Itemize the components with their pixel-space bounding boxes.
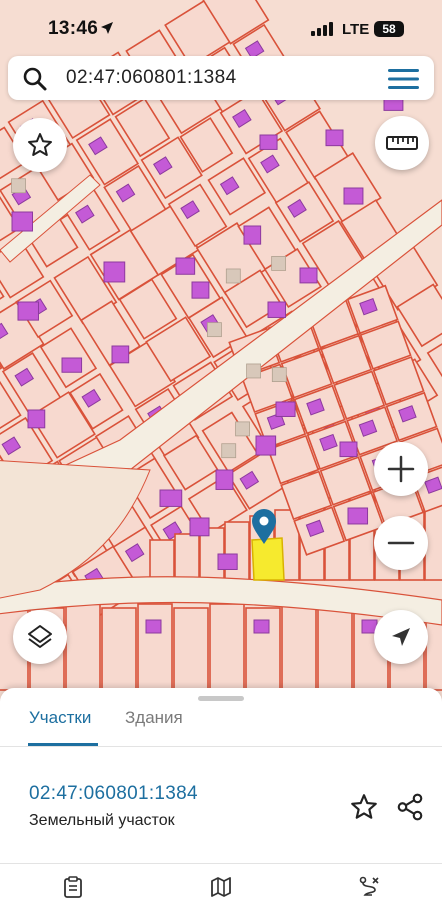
building <box>145 619 162 634</box>
building <box>339 441 358 458</box>
status-bar: 13:46 LTE 58 <box>0 0 442 56</box>
building <box>275 401 296 417</box>
outbuilding <box>235 421 250 437</box>
favorite-button[interactable] <box>13 118 67 172</box>
my-location-button[interactable] <box>374 610 428 664</box>
ruler-icon <box>386 136 418 150</box>
building <box>191 281 210 299</box>
building <box>27 409 46 429</box>
parcel <box>317 607 353 695</box>
parcel <box>149 539 175 581</box>
building <box>111 345 130 364</box>
building <box>103 261 126 283</box>
parcel <box>224 521 250 581</box>
tab-buildings[interactable]: Здания <box>125 708 183 728</box>
search-input[interactable]: 02:47:060801:1384 <box>66 67 237 89</box>
parcel-bottom-sheet: Участки Здания 02:47:060801:1384 Земельн… <box>0 688 442 910</box>
parcel <box>101 607 137 695</box>
status-time: 13:46 <box>48 18 99 39</box>
building <box>189 517 210 537</box>
tab-parcels[interactable]: Участки <box>29 708 91 728</box>
parcel-number-link[interactable]: 02:47:060801:1384 <box>29 783 198 805</box>
route-icon <box>359 876 379 896</box>
outbuilding <box>271 256 287 271</box>
network-type: LTE <box>342 21 370 38</box>
location-arrow-icon <box>101 22 113 34</box>
outbuilding <box>207 322 222 338</box>
outbuilding <box>225 268 241 284</box>
building <box>255 435 277 456</box>
sheet-drag-handle[interactable] <box>198 696 244 701</box>
building <box>253 619 270 634</box>
share-icon[interactable] <box>395 792 425 822</box>
menu-icon[interactable] <box>388 68 420 90</box>
building <box>343 187 364 205</box>
building <box>347 507 369 525</box>
building <box>61 357 83 373</box>
layers-icon <box>28 625 52 648</box>
zoom-out-button[interactable] <box>374 516 428 570</box>
outbuilding <box>11 178 26 194</box>
parcel <box>137 603 173 691</box>
building <box>175 257 196 275</box>
star-icon <box>28 133 52 156</box>
selected-parcel[interactable] <box>251 537 285 581</box>
building <box>215 469 234 490</box>
building <box>259 134 278 150</box>
building <box>217 553 238 570</box>
building <box>267 301 287 318</box>
parcel <box>173 607 209 695</box>
parcel <box>281 603 317 691</box>
nav-item-1[interactable] <box>23 876 123 910</box>
parcel-type: Земельный участок <box>29 812 175 829</box>
zoom-out-icon <box>387 541 415 545</box>
nav-item-2[interactable] <box>171 876 271 910</box>
nav-divider <box>0 863 442 864</box>
signal-icon <box>311 22 335 36</box>
parcel <box>209 603 245 691</box>
search-bar[interactable]: 02:47:060801:1384 <box>8 56 434 100</box>
building <box>299 267 318 284</box>
zoom-in-icon <box>387 455 415 483</box>
nav-item-3[interactable] <box>319 876 419 910</box>
measure-button[interactable] <box>375 116 429 170</box>
outbuilding <box>271 367 287 383</box>
locate-icon <box>392 628 410 646</box>
map-icon <box>211 877 231 897</box>
outbuilding <box>246 363 262 379</box>
building <box>11 211 34 232</box>
parcel <box>65 603 101 691</box>
parcel <box>174 533 200 581</box>
star-icon[interactable] <box>349 792 379 822</box>
building <box>325 129 344 147</box>
building <box>17 301 39 321</box>
zoom-in-button[interactable] <box>374 442 428 496</box>
search-icon[interactable] <box>22 66 48 92</box>
building <box>159 489 183 507</box>
battery-level: 58 <box>374 21 404 37</box>
clipboard-icon <box>64 876 82 898</box>
outbuilding <box>221 443 237 459</box>
layers-button[interactable] <box>13 610 67 664</box>
building <box>243 225 262 245</box>
tabs-divider <box>0 746 442 747</box>
